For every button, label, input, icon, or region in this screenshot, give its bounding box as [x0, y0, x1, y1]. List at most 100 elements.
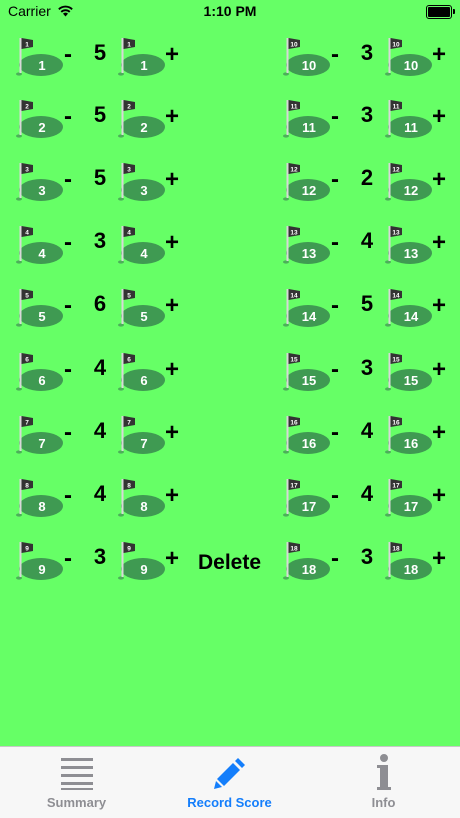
hole-flag-decrement[interactable]: 16 16 — [282, 413, 330, 457]
increment-button[interactable]: + — [165, 294, 179, 318]
svg-text:14: 14 — [392, 293, 400, 300]
svg-text:7: 7 — [25, 420, 29, 427]
decrement-button[interactable]: - — [331, 168, 339, 192]
hole-flag-increment[interactable]: 14 14 — [384, 286, 432, 330]
svg-text:4: 4 — [127, 230, 131, 237]
hole-row: 6 6 - 4 6 6 + — [15, 350, 215, 400]
hole-flag-decrement[interactable]: 11 11 — [282, 97, 330, 141]
hole-flag-increment[interactable]: 5 5 — [117, 286, 165, 330]
hole-flag-decrement[interactable]: 17 17 — [282, 476, 330, 520]
svg-text:8: 8 — [25, 483, 29, 490]
increment-button[interactable]: + — [432, 231, 446, 255]
decrement-button[interactable]: - — [64, 105, 72, 129]
increment-button[interactable]: + — [432, 294, 446, 318]
increment-button[interactable]: + — [165, 547, 179, 571]
hole-row: 18 18 - 3 18 18 + — [282, 539, 460, 589]
svg-text:10: 10 — [302, 58, 316, 73]
decrement-button[interactable]: - — [64, 294, 72, 318]
decrement-button[interactable]: - — [331, 358, 339, 382]
increment-button[interactable]: + — [432, 358, 446, 382]
hole-flag-decrement[interactable]: 1 1 — [15, 35, 63, 79]
svg-text:8: 8 — [38, 499, 45, 514]
svg-text:10: 10 — [290, 42, 298, 49]
increment-button[interactable]: + — [165, 231, 179, 255]
hole-flag-decrement[interactable]: 12 12 — [282, 160, 330, 204]
decrement-button[interactable]: - — [331, 231, 339, 255]
hole-flag-increment[interactable]: 1 1 — [117, 35, 165, 79]
hole-flag-decrement[interactable]: 13 13 — [282, 223, 330, 267]
increment-button[interactable]: + — [165, 484, 179, 508]
hole-flag-increment[interactable]: 7 7 — [117, 413, 165, 457]
hole-flag-decrement[interactable]: 3 3 — [15, 160, 63, 204]
hole-flag-decrement[interactable]: 7 7 — [15, 413, 63, 457]
decrement-button[interactable]: - — [64, 168, 72, 192]
increment-button[interactable]: + — [432, 421, 446, 445]
decrement-button[interactable]: - — [64, 547, 72, 571]
hole-flag-increment[interactable]: 2 2 — [117, 97, 165, 141]
svg-text:7: 7 — [38, 436, 45, 451]
svg-text:15: 15 — [290, 357, 298, 364]
increment-button[interactable]: + — [165, 43, 179, 67]
hole-flag-increment[interactable]: 16 16 — [384, 413, 432, 457]
tab-record-score-label: Record Score — [187, 795, 272, 810]
hole-flag-increment[interactable]: 4 4 — [117, 223, 165, 267]
svg-text:3: 3 — [127, 167, 131, 174]
increment-button[interactable]: + — [165, 168, 179, 192]
hole-flag-increment[interactable]: 13 13 — [384, 223, 432, 267]
decrement-button[interactable]: - — [64, 358, 72, 382]
hole-flag-icon: 17 17 — [385, 479, 432, 517]
hole-flag-decrement[interactable]: 15 15 — [282, 350, 330, 394]
decrement-button[interactable]: - — [331, 43, 339, 67]
svg-text:6: 6 — [140, 373, 147, 388]
hole-flag-increment[interactable]: 12 12 — [384, 160, 432, 204]
svg-text:18: 18 — [404, 562, 418, 577]
hole-flag-increment[interactable]: 10 10 — [384, 35, 432, 79]
hole-flag-increment[interactable]: 17 17 — [384, 476, 432, 520]
decrement-button[interactable]: - — [331, 484, 339, 508]
hole-flag-decrement[interactable]: 18 18 — [282, 539, 330, 583]
hole-flag-increment[interactable]: 9 9 — [117, 539, 165, 583]
hole-flag-decrement[interactable]: 10 10 — [282, 35, 330, 79]
hole-score: 3 — [360, 40, 374, 65]
hole-flag-increment[interactable]: 11 11 — [384, 97, 432, 141]
increment-button[interactable]: + — [432, 105, 446, 129]
decrement-button[interactable]: - — [331, 547, 339, 571]
decrement-button[interactable]: - — [64, 484, 72, 508]
increment-button[interactable]: + — [432, 484, 446, 508]
decrement-button[interactable]: - — [64, 231, 72, 255]
increment-button[interactable]: + — [432, 43, 446, 67]
info-icon — [376, 754, 391, 790]
delete-button[interactable]: Delete — [198, 551, 261, 575]
hole-flag-icon: 11 11 — [385, 100, 432, 138]
increment-button[interactable]: + — [165, 358, 179, 382]
hole-flag-increment[interactable]: 6 6 — [117, 350, 165, 394]
increment-button[interactable]: + — [432, 168, 446, 192]
decrement-button[interactable]: - — [331, 421, 339, 445]
increment-button[interactable]: + — [432, 547, 446, 571]
svg-text:17: 17 — [290, 483, 298, 490]
decrement-button[interactable]: - — [64, 421, 72, 445]
hole-flag-increment[interactable]: 3 3 — [117, 160, 165, 204]
increment-button[interactable]: + — [165, 105, 179, 129]
hole-flag-decrement[interactable]: 4 4 — [15, 223, 63, 267]
decrement-button[interactable]: - — [331, 294, 339, 318]
increment-button[interactable]: + — [165, 421, 179, 445]
decrement-button[interactable]: - — [331, 105, 339, 129]
hole-flag-decrement[interactable]: 9 9 — [15, 539, 63, 583]
hole-flag-increment[interactable]: 15 15 — [384, 350, 432, 394]
hole-flag-increment[interactable]: 18 18 — [384, 539, 432, 583]
hole-flag-icon: 5 5 — [16, 289, 63, 327]
hole-flag-decrement[interactable]: 2 2 — [15, 97, 63, 141]
hole-flag-decrement[interactable]: 8 8 — [15, 476, 63, 520]
hole-flag-icon: 6 6 — [16, 353, 63, 391]
hole-flag-icon: 8 8 — [118, 479, 165, 517]
tab-summary[interactable]: Summary — [0, 753, 153, 815]
decrement-button[interactable]: - — [64, 43, 72, 67]
hole-flag-increment[interactable]: 8 8 — [117, 476, 165, 520]
hole-flag-decrement[interactable]: 6 6 — [15, 350, 63, 394]
hole-flag-decrement[interactable]: 5 5 — [15, 286, 63, 330]
tab-record-score[interactable]: Record Score — [153, 753, 306, 815]
hole-flag-decrement[interactable]: 14 14 — [282, 286, 330, 330]
hole-flag-icon: 2 2 — [16, 100, 63, 138]
tab-info[interactable]: Info — [307, 753, 460, 815]
